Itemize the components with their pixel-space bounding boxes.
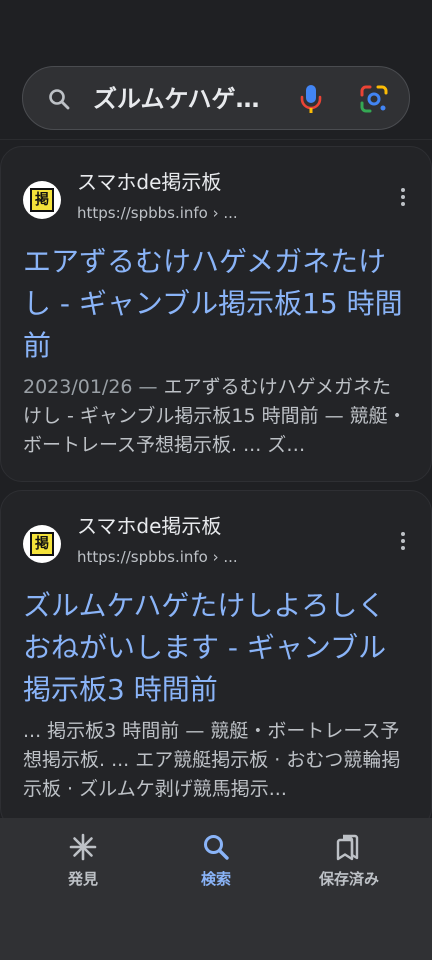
bookmarks-icon (336, 834, 359, 861)
site-favicon: 掲 (23, 181, 61, 219)
more-options-icon[interactable] (393, 185, 413, 209)
search-icon[interactable] (47, 87, 71, 111)
result-site-name[interactable]: スマホde掲示板 (77, 169, 221, 195)
nav-discover[interactable]: 発見 (23, 832, 143, 889)
app-root: ズルムケハゲ… 掲 スマホde掲示板 https://spbbs.info › … (0, 0, 432, 960)
site-favicon: 掲 (23, 525, 61, 563)
result-snippet: ... 掲示板3 時間前 — 競艇・ボートレース予想掲示板. ... エア競艇掲… (23, 717, 407, 804)
result-card[interactable]: 掲 スマホde掲示板 https://spbbs.info › ... ズルムケ… (0, 490, 432, 830)
result-snippet: 2023/01/26 — エアずるむけハゲメガネたけし - ギャンブル掲示板15… (23, 373, 407, 460)
search-header: ズルムケハゲ… (0, 0, 432, 140)
mic-icon[interactable] (297, 83, 325, 115)
nav-discover-label: 発見 (67, 870, 98, 888)
search-query[interactable]: ズルムケハゲ… (93, 85, 293, 113)
lens-icon[interactable] (359, 84, 389, 114)
search-bar[interactable]: ズルムケハゲ… (22, 66, 410, 130)
nav-saved-label: 保存済み (318, 870, 379, 888)
search-icon (204, 835, 229, 860)
result-url[interactable]: https://spbbs.info › ... (77, 547, 238, 567)
result-date: 2023/01/26 — (23, 376, 164, 398)
result-site-name[interactable]: スマホde掲示板 (77, 513, 221, 539)
asterisk-icon (69, 833, 97, 861)
result-card[interactable]: 掲 スマホde掲示板 https://spbbs.info › ... エアずる… (0, 146, 432, 482)
favicon-logo: 掲 (30, 532, 54, 556)
nav-search[interactable]: 検索 (156, 832, 276, 889)
more-options-icon[interactable] (393, 529, 413, 553)
nav-search-label: 検索 (200, 870, 231, 888)
bottom-navigation: 発見 検索 保存済み (0, 818, 432, 960)
result-title-link[interactable]: ズルムケハゲたけしよろしくおねがいします - ギャンブル掲示板3 時間前 (23, 585, 403, 711)
nav-saved[interactable]: 保存済み (289, 832, 409, 889)
result-snippet-text: ... 掲示板3 時間前 — 競艇・ボートレース予想掲示板. ... エア競艇掲… (23, 720, 401, 800)
favicon-logo: 掲 (30, 188, 54, 212)
result-title-link[interactable]: エアずるむけハゲメガネたけし - ギャンブル掲示板15 時間前 (23, 241, 403, 367)
result-url[interactable]: https://spbbs.info › ... (77, 203, 238, 223)
